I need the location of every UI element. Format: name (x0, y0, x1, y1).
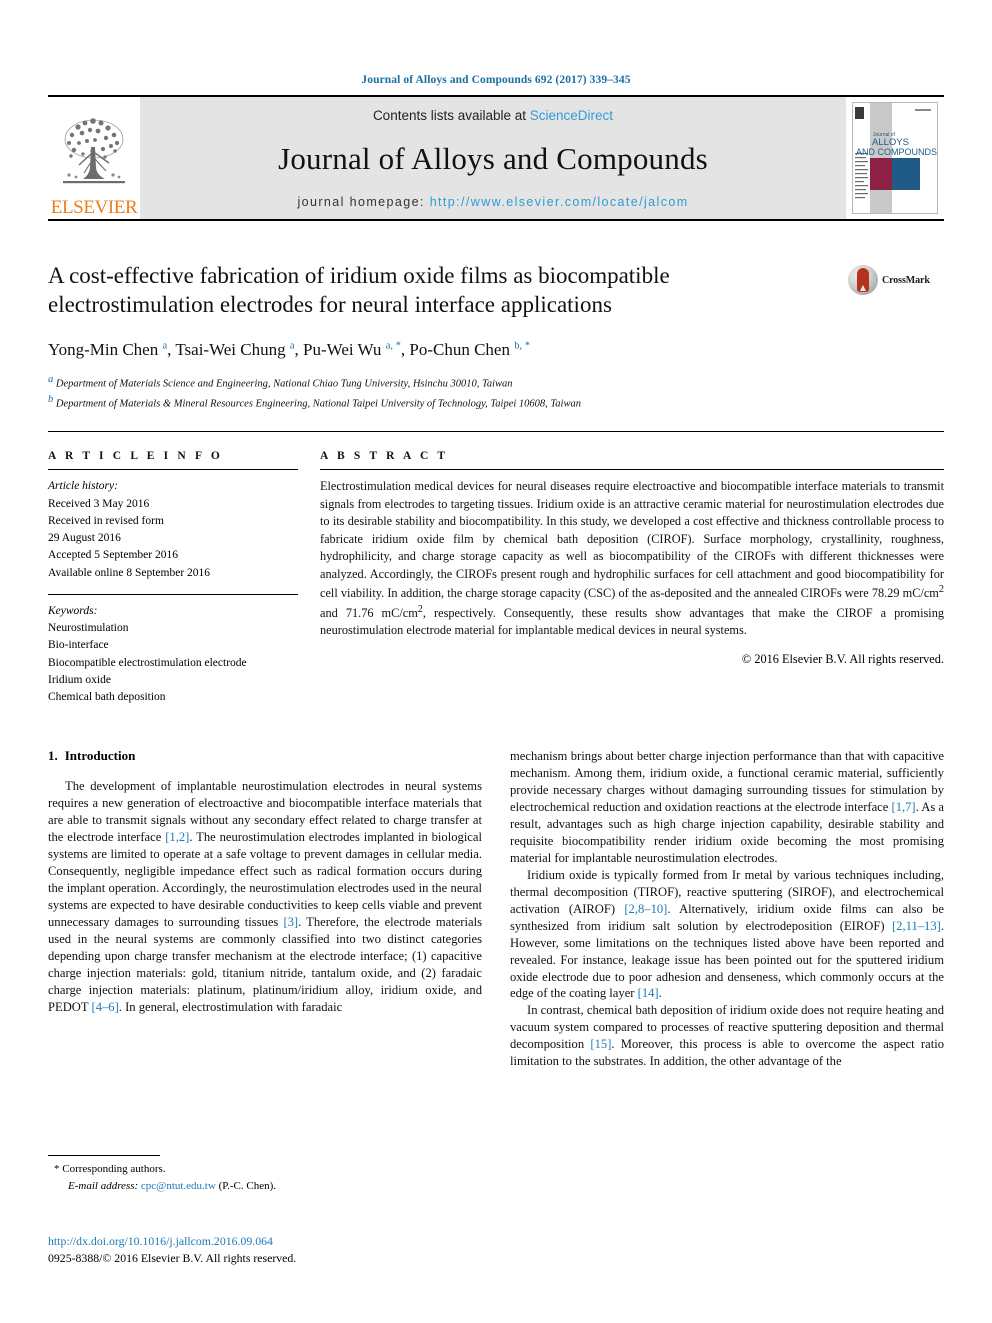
sciencedirect-link[interactable]: ScienceDirect (530, 108, 613, 123)
journal-homepage-line: journal homepage: http://www.elsevier.co… (297, 195, 688, 209)
masthead: ELSEVIER Contents lists available at Sci… (48, 97, 944, 219)
abstract-column: A B S T R A C T Electrostimulation medic… (320, 450, 944, 706)
doi-link[interactable]: http://dx.doi.org/10.1016/j.jallcom.2016… (48, 1233, 478, 1250)
homepage-label: journal homepage: (297, 195, 430, 209)
keyword-item: Chemical bath deposition (48, 691, 166, 704)
elsevier-tree-icon (63, 118, 125, 184)
section-number: 1. (48, 748, 58, 764)
history-item: Available online 8 September 2016 (48, 566, 211, 579)
affiliation-a: a Department of Materials Science and En… (48, 373, 513, 390)
paragraph: In contrast, chemical bath deposition of… (510, 1003, 944, 1069)
contents-prefix: Contents lists available at (372, 108, 530, 123)
crossmark-icon (848, 265, 878, 295)
masthead-center: Contents lists available at ScienceDirec… (140, 97, 846, 219)
email-link[interactable]: cpc@ntut.edu.tw (141, 1180, 216, 1192)
abstract-rule (320, 469, 944, 471)
article-info-heading: A R T I C L E I N F O (48, 450, 223, 463)
history-item: 29 August 2016 (48, 532, 121, 545)
contents-available-line: Contents lists available at ScienceDirec… (373, 108, 613, 123)
running-head: Journal of Alloys and Compounds 692 (201… (361, 74, 631, 86)
journal-homepage-link[interactable]: http://www.elsevier.com/locate/jalcom (430, 195, 689, 209)
corresponding-author-line: * Corresponding authors. (48, 1161, 468, 1178)
history-item: Accepted 5 September 2016 (48, 549, 178, 562)
email-owner: (P.-C. Chen). (218, 1179, 277, 1192)
journal-title: Journal of Alloys and Compounds (278, 141, 708, 176)
doi-block: http://dx.doi.org/10.1016/j.jallcom.2016… (48, 1233, 478, 1267)
title-block: A cost-effective fabrication of iridium … (48, 261, 944, 411)
elsevier-logo: ELSEVIER (48, 97, 140, 219)
section-heading-introduction: 1. Introduction (48, 748, 482, 764)
title-column: A cost-effective fabrication of iridium … (48, 261, 848, 411)
elsevier-wordmark: ELSEVIER (50, 197, 138, 218)
keyword-item: Bio-interface (48, 639, 109, 652)
article-page: Journal of Alloys and Compounds 692 (201… (0, 0, 992, 1323)
journal-cover: Journal of ALLOYS AND COMPOUNDS (846, 97, 944, 219)
keywords-title: Keywords: (48, 604, 98, 617)
paragraph: mechanism brings about better charge inj… (510, 749, 944, 865)
abstract-copyright: © 2016 Elsevier B.V. All rights reserved… (741, 651, 944, 666)
svg-text:AND COMPOUNDS: AND COMPOUNDS (856, 147, 937, 157)
article-info-column: A R T I C L E I N F O Article history: R… (48, 450, 320, 706)
body-left-column: 1. Introduction The development of implan… (48, 748, 482, 1070)
issn-copyright-line: 0925-8388/© 2016 Elsevier B.V. All right… (48, 1251, 297, 1266)
body-right-column: mechanism brings about better charge inj… (510, 748, 944, 1070)
footnote-marker: * (54, 1163, 60, 1175)
article-info-rule (48, 469, 298, 471)
corresponding-author-footnote: * Corresponding authors. E-mail address:… (48, 1155, 468, 1194)
footnote-rule (48, 1155, 160, 1156)
crossmark-badge[interactable]: CrossMark (848, 261, 944, 295)
masthead-bottom-rule (48, 219, 944, 221)
article-history-title: Article history: (48, 480, 118, 493)
paragraph: The development of implantable neurostim… (48, 779, 482, 1014)
author-list: Yong-Min Chen a, Tsai-Wei Chung a, Pu-We… (48, 339, 530, 359)
paragraph: Iridium oxide is typically formed from I… (510, 867, 944, 1001)
info-abstract-block: A R T I C L E I N F O Article history: R… (48, 432, 944, 706)
affiliation-b: b Department of Materials & Mineral Reso… (48, 393, 581, 410)
crossmark-label: CrossMark (882, 274, 930, 286)
journal-cover-thumbnail: Journal of ALLOYS AND COMPOUNDS (852, 102, 938, 214)
keywords-block: Keywords: Neurostimulation Bio-interface… (48, 593, 298, 707)
history-item: Received 3 May 2016 (48, 497, 150, 510)
email-label: E-mail address: (68, 1179, 139, 1192)
email-line: E-mail address: cpc@ntut.edu.tw (P.-C. C… (48, 1178, 468, 1195)
cover-artwork-icon: Journal of ALLOYS AND COMPOUNDS (853, 103, 937, 213)
abstract-heading: A B S T R A C T (320, 450, 449, 463)
corresponding-author-text: Corresponding authors. (62, 1163, 166, 1175)
keyword-item: Iridium oxide (48, 673, 111, 686)
section-title: Introduction (64, 748, 136, 764)
abstract-text: Electrostimulation medical devices for n… (320, 479, 945, 638)
keywords-rule (48, 593, 298, 595)
history-item: Received in revised form (48, 514, 164, 527)
keyword-item: Neurostimulation (48, 622, 129, 635)
keyword-item: Biocompatible electrostimulation electro… (48, 656, 247, 669)
page-title: A cost-effective fabrication of iridium … (48, 263, 670, 318)
body-columns: 1. Introduction The development of implan… (48, 748, 944, 1070)
affiliation-list: a Department of Materials Science and En… (48, 372, 848, 411)
